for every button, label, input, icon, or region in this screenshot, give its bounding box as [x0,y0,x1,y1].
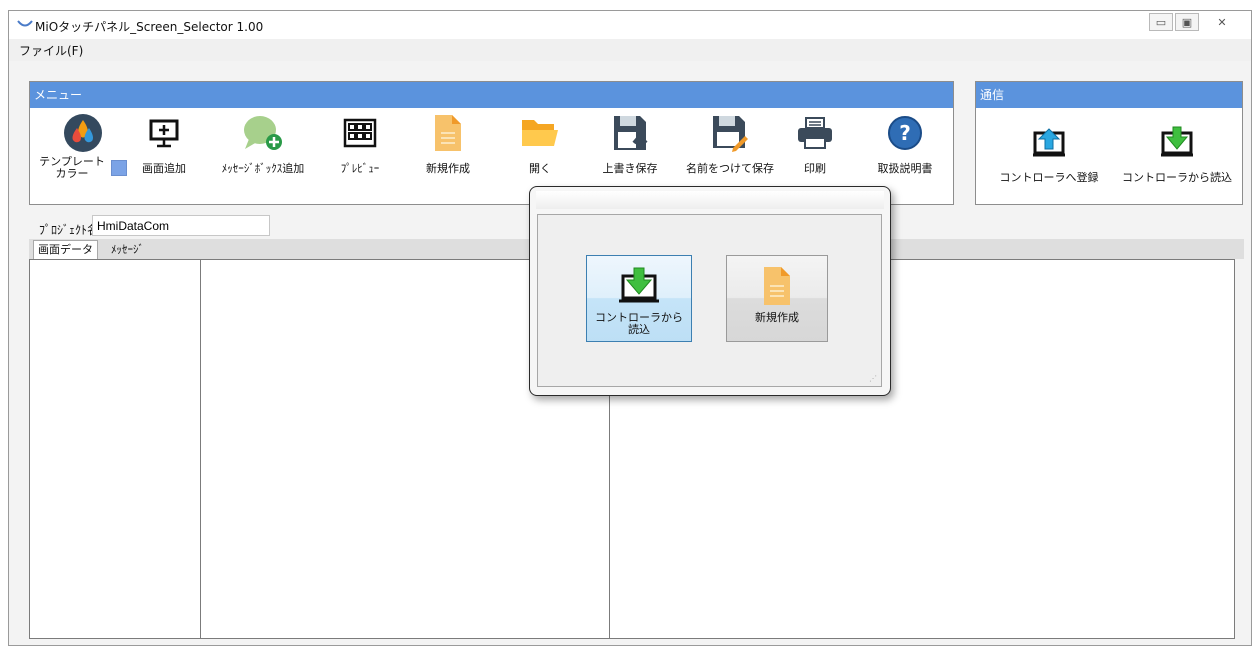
tab-message-label: ﾒｯｾｰｼﾞ [111,243,144,256]
add-screen-label: 画面追加 [142,162,186,175]
menu-file[interactable]: ファイル(F) [15,42,87,59]
dialog-new-file-button[interactable]: 新規作成 [726,255,828,342]
comm-tools: コントローラへ登録 コントローラから読込 [976,120,1242,210]
template-color-label: テンプレート カラー [39,155,105,180]
dialog-title-bar[interactable] [536,191,884,209]
tab-screen-data[interactable]: 画面データ [33,240,98,259]
manual-label: 取扱説明書 [877,162,933,175]
add-message-box-button[interactable]: ﾒｯｾｰｼﾞﾎﾞｯｸｽ追加 [208,111,318,186]
resize-grip-icon[interactable]: ⋰ [869,374,877,383]
download-from-controller-button[interactable]: コントローラから読込 [1122,120,1232,195]
open-folder-icon [522,120,558,146]
template-color-tool[interactable]: テンプレート カラー [38,111,128,186]
new-file-icon [764,267,790,305]
template-color-swatch[interactable] [110,160,127,176]
close-button[interactable]: ✕ [1201,13,1243,31]
dialog-new-file-label: 新規作成 [755,311,799,324]
add-screen-button[interactable]: 画面追加 [134,111,194,186]
window-controls: ▭ ▣ ✕ [1147,13,1243,33]
add-message-box-label: ﾒｯｾｰｼﾞﾎﾞｯｸｽ追加 [221,162,305,175]
print-button[interactable]: 印刷 [785,111,845,186]
print-label: 印刷 [804,162,826,175]
comm-group-header: 通信 [976,82,1242,108]
new-file-label: 新規作成 [426,162,470,175]
title-bar: MiOタッチパネル_Screen_Selector 1.00 ▭ ▣ ✕ [9,11,1251,39]
preview-button[interactable]: ﾌﾟﾚﾋﾞｭｰ [330,111,390,186]
project-name-label: ﾌﾟﾛｼﾞｪｸﾄ名 [39,223,100,237]
dialog-download-button[interactable]: コントローラから 読込 [586,255,692,342]
project-name-input[interactable] [92,215,270,236]
dialog-body: コントローラから 読込 新規作成 ⋰ [537,214,882,387]
save-as-label: 名前をつけて保存 [686,162,774,175]
color-drops-icon [64,114,102,152]
manual-button[interactable]: ? 取扱説明書 [865,111,945,186]
add-message-box-icon [244,116,282,150]
tab-message[interactable]: ﾒｯｾｰｼﾞ [107,241,148,259]
open-label: 開く [529,162,551,175]
close-icon: ✕ [1217,15,1227,29]
preview-label: ﾌﾟﾚﾋﾞｭｰ [340,162,380,175]
minimize-button[interactable]: ▭ [1149,13,1173,31]
comm-group: 通信 コントローラへ登録 コントローラから読込 [975,81,1243,205]
svg-text:?: ? [899,121,911,145]
window-title: MiOタッチパネル_Screen_Selector 1.00 [35,20,264,34]
overwrite-save-button[interactable]: 上書き保存 [590,111,670,186]
app-logo-icon [17,20,33,27]
download-from-controller-icon [1161,126,1193,157]
save-as-icon [713,116,748,152]
startup-dialog: コントローラから 読込 新規作成 ⋰ [529,186,891,396]
save-as-button[interactable]: 名前をつけて保存 [680,111,780,186]
preview-icon [343,118,377,148]
open-button[interactable]: 開く [510,111,570,186]
print-icon [798,117,832,149]
maximize-icon: ▣ [1181,15,1193,29]
upload-to-controller-icon [1033,128,1065,157]
upload-to-controller-label: コントローラへ登録 [999,171,1099,184]
overwrite-save-label: 上書き保存 [602,162,658,175]
add-screen-icon [149,119,179,148]
overwrite-save-icon [614,116,648,150]
help-icon: ? [888,116,922,150]
menu-bar: ファイル(F) [9,39,1251,61]
download-from-controller-icon [619,267,659,303]
download-from-controller-label: コントローラから読込 [1122,171,1232,184]
screen-list-panel[interactable] [29,259,201,639]
new-file-button[interactable]: 新規作成 [418,111,478,186]
minimize-icon: ▭ [1155,15,1167,29]
new-file-icon [435,115,461,151]
dialog-download-label: コントローラから 読込 [595,311,683,336]
maximize-button[interactable]: ▣ [1175,13,1199,31]
upload-to-controller-button[interactable]: コントローラへ登録 [994,120,1104,195]
tab-screen-data-label: 画面データ [38,243,93,256]
menu-group-header: メニュー [30,82,953,108]
